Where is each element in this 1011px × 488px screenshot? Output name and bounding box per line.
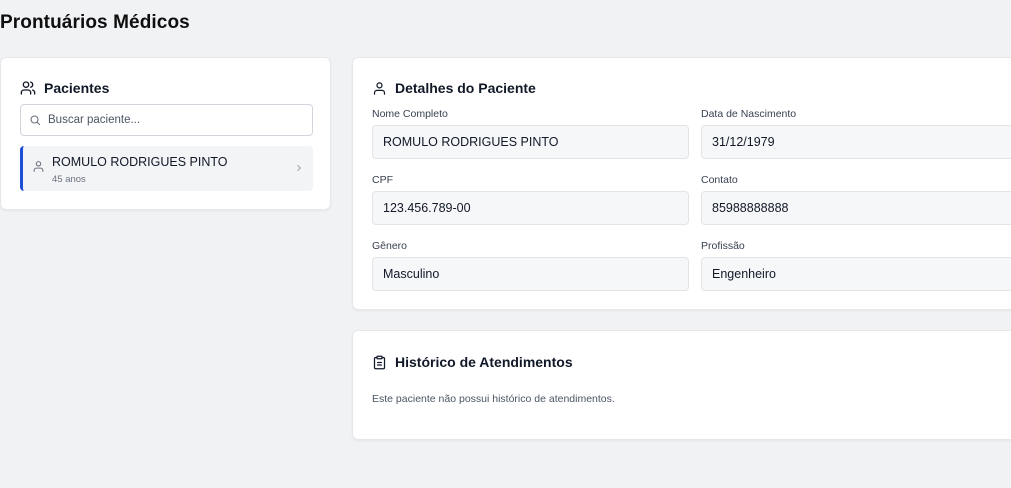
history-header: Histórico de Atendimentos — [372, 354, 573, 370]
birth-date-label: Data de Nascimento — [701, 108, 797, 120]
users-icon — [20, 80, 36, 96]
profession-field[interactable]: Engenheiro — [701, 257, 1011, 291]
cpf-field[interactable]: 123.456.789-00 — [372, 191, 689, 225]
patient-list-item[interactable]: ROMULO RODRIGUES PINTO 45 anos — [20, 146, 313, 191]
chevron-right-icon — [294, 163, 304, 173]
patients-header: Pacientes — [20, 80, 109, 96]
history-empty-message: Este paciente não possui histórico de at… — [372, 393, 615, 405]
user-icon — [32, 160, 45, 173]
cpf-label: CPF — [372, 174, 393, 186]
clipboard-icon — [372, 355, 387, 370]
patient-details-card: Detalhes do Paciente Nome Completo ROMUL… — [352, 57, 1011, 310]
gender-field[interactable]: Masculino — [372, 257, 689, 291]
search-icon — [29, 114, 41, 126]
details-title: Detalhes do Paciente — [395, 80, 536, 96]
details-header: Detalhes do Paciente — [372, 80, 536, 96]
patient-name: ROMULO RODRIGUES PINTO — [52, 155, 228, 169]
user-icon — [372, 81, 387, 96]
patient-age: 45 anos — [52, 174, 86, 185]
gender-label: Gênero — [372, 240, 408, 252]
full-name-label: Nome Completo — [372, 108, 448, 120]
birth-date-field[interactable]: 31/12/1979 — [701, 125, 1011, 159]
patient-search-box[interactable] — [20, 104, 313, 136]
page-title: Prontuários Médicos — [0, 12, 190, 33]
contact-label: Contato — [701, 174, 738, 186]
full-name-field[interactable]: ROMULO RODRIGUES PINTO — [372, 125, 689, 159]
history-title: Histórico de Atendimentos — [395, 354, 573, 370]
history-card: Histórico de Atendimentos Este paciente … — [352, 330, 1011, 440]
patients-title: Pacientes — [44, 80, 110, 96]
profession-label: Profissão — [701, 240, 745, 252]
patients-card: Pacientes ROMULO RODRIGUES PINTO 45 anos — [0, 57, 331, 210]
contact-field[interactable]: 85988888888 — [701, 191, 1011, 225]
patient-search-input[interactable] — [48, 114, 288, 126]
